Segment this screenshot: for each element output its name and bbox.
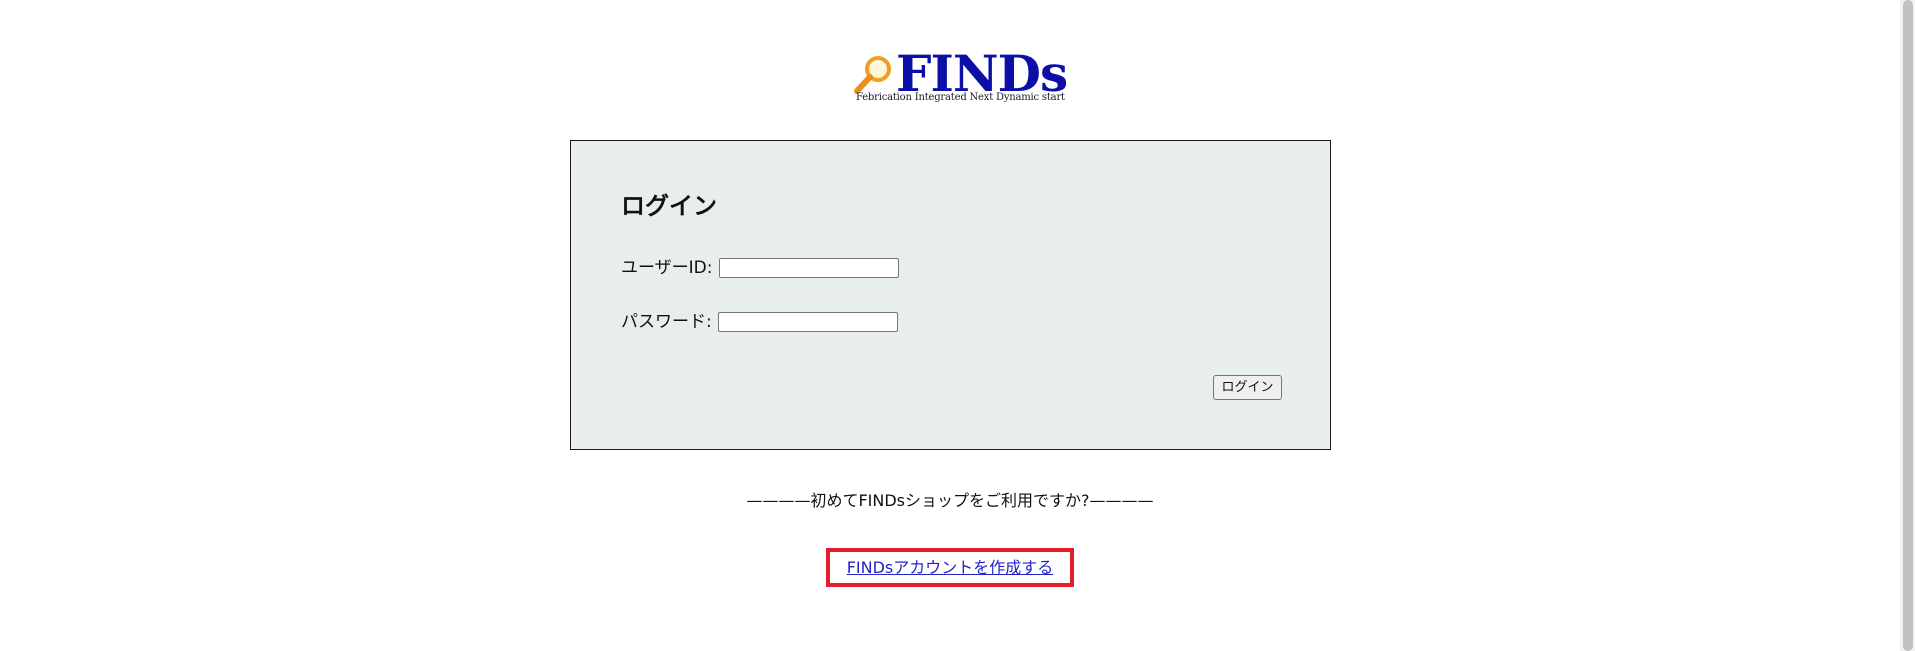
scrollbar-thumb[interactable]	[1903, 0, 1913, 651]
first-time-prompt: ————初めてFINDsショップをご利用ですか?————	[746, 491, 1154, 510]
create-account-highlight: FINDsアカウントを作成する	[826, 548, 1074, 587]
create-account-link[interactable]: FINDsアカウントを作成する	[847, 557, 1054, 579]
login-form-box: ログイン ユーザーID: パスワード: ログイン	[570, 140, 1331, 450]
password-label: パスワード:	[621, 312, 712, 332]
vertical-scrollbar[interactable]	[1900, 0, 1915, 651]
login-page: FINDs Febrication Integrated Next Dynami…	[0, 0, 1915, 651]
password-row: パスワード:	[621, 311, 898, 333]
user-id-row: ユーザーID:	[621, 257, 899, 279]
magnifier-icon	[854, 56, 891, 94]
user-id-input[interactable]	[718, 258, 899, 278]
finds-logo: FINDs Febrication Integrated Next Dynami…	[852, 46, 1068, 106]
logo-subtitle: Febrication Integrated Next Dynamic star…	[856, 92, 1065, 103]
user-id-label: ユーザーID:	[621, 258, 713, 278]
password-input[interactable]	[717, 312, 898, 332]
login-button[interactable]: ログイン	[1213, 375, 1282, 400]
login-heading: ログイン	[621, 192, 717, 220]
